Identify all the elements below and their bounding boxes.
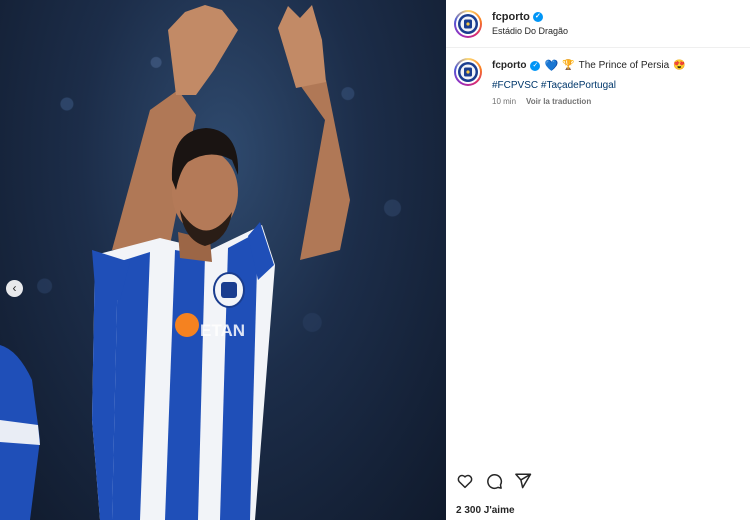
fc-porto-crest-icon — [458, 13, 478, 34]
comment-icon[interactable] — [485, 472, 503, 490]
post-actions — [456, 472, 532, 490]
post-header: fcporto ✓ Estádio Do Dragão — [446, 0, 750, 48]
fc-porto-crest-icon — [458, 62, 478, 82]
heart-icon[interactable] — [456, 472, 474, 490]
post-timestamp: 10 min — [492, 97, 517, 106]
caption-avatar[interactable] — [454, 58, 482, 86]
avatar[interactable] — [454, 9, 482, 38]
likes-count[interactable]: 2 300 J'aime — [456, 505, 515, 516]
chevron-left-icon: ‹ — [12, 281, 17, 295]
hashtags-link[interactable]: #FCPVSC #TaçadePortugal — [492, 80, 686, 91]
post-photo: ETAN ‹ — [0, 0, 446, 520]
post-panel: fcporto ✓ Estádio Do Dragão fcporto ✓ 💙 — [446, 0, 750, 520]
verified-badge-icon: ✓ — [532, 12, 543, 22]
caption-username-link[interactable]: fcporto — [492, 58, 526, 74]
caption: fcporto ✓ 💙 🏆 The Prince of Persia 😍 #FC… — [446, 48, 750, 106]
trophy-emoji: 🏆 — [562, 60, 575, 71]
previous-photo-button[interactable]: ‹ — [6, 280, 23, 297]
heart-eyes-emoji: 😍 — [673, 60, 686, 71]
player-illustration: ETAN — [0, 5, 350, 520]
caption-text: The Prince of Persia — [578, 60, 670, 71]
username-link[interactable]: fcporto — [492, 11, 530, 23]
send-icon[interactable] — [514, 472, 532, 490]
location-link[interactable]: Estádio Do Dragão — [492, 26, 568, 36]
svg-text:ETAN: ETAN — [200, 321, 245, 340]
verified-badge-icon: ✓ — [530, 61, 541, 71]
blue-heart-emoji: 💙 — [544, 60, 559, 72]
see-translation-link[interactable]: Voir la traduction — [526, 97, 591, 106]
